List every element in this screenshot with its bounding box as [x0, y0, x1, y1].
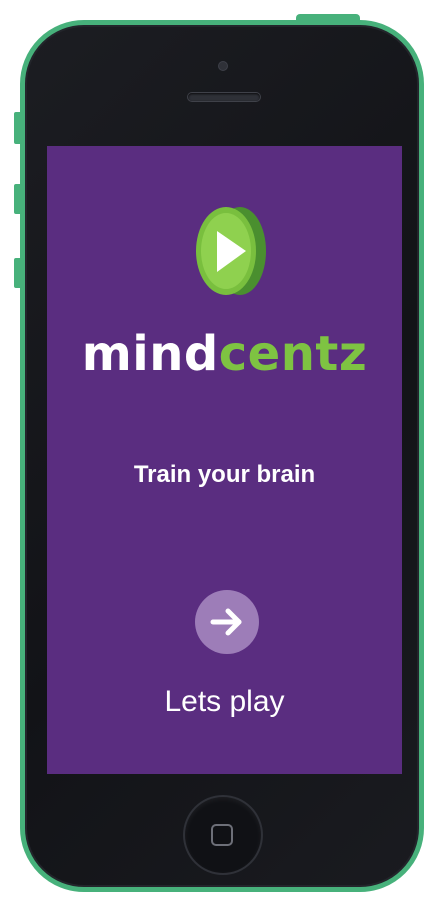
earpiece-speaker: [188, 93, 260, 101]
brand-logo-text: mindcentz: [47, 326, 402, 382]
phone-side-button-middle: [14, 184, 22, 214]
lets-play-label[interactable]: Lets play: [47, 684, 402, 720]
play-coin-icon: [196, 207, 266, 295]
tagline: Train your brain: [133, 461, 316, 488]
app-screen: mindcentz Train your brain Lets play: [47, 146, 402, 774]
home-square-icon: [211, 824, 233, 846]
brand-mind-text: mind: [81, 326, 219, 382]
brand-centz-text: centz: [218, 326, 368, 382]
arrow-right-icon: [210, 608, 242, 636]
front-camera: [219, 62, 227, 70]
phone-side-button-upper: [14, 112, 22, 144]
screenshot: mindcentz Train your brain Lets play: [0, 0, 444, 906]
phone-top-button: [296, 14, 360, 22]
lets-play-button[interactable]: [195, 590, 259, 654]
phone-side-button-lower: [14, 258, 22, 288]
